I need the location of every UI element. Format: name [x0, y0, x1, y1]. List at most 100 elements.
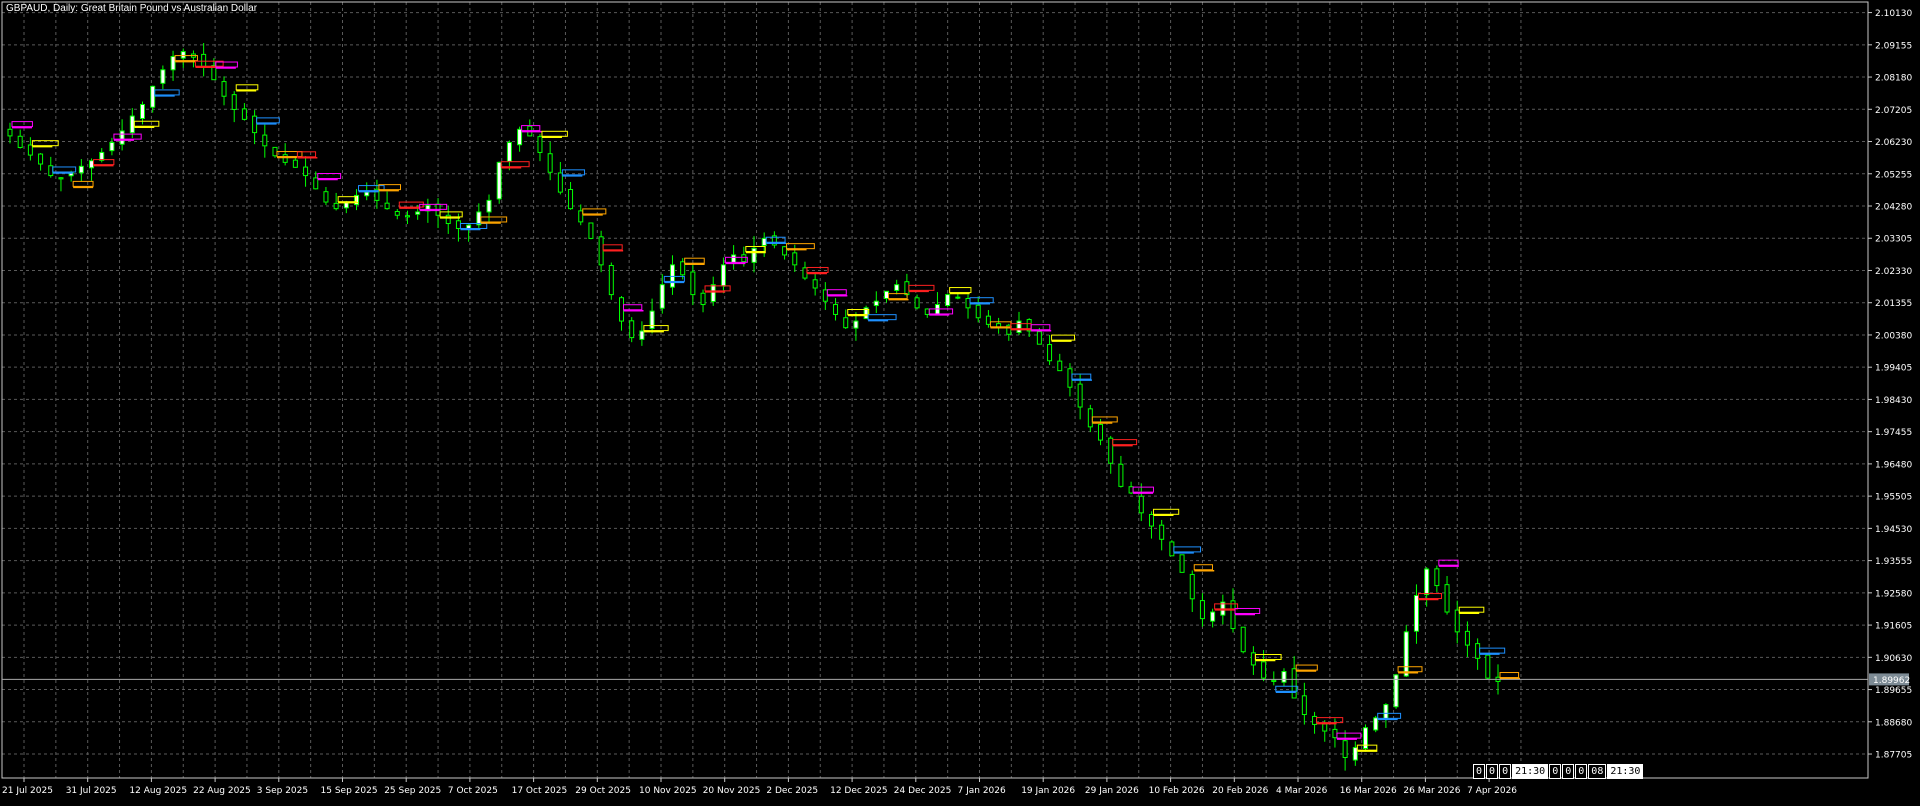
candle [1240, 626, 1246, 654]
candle-body [150, 85, 156, 108]
candle-body [1118, 463, 1124, 487]
candle-body [506, 142, 512, 162]
chart-area[interactable]: 2.10130 2.09155 2.08180 2.07205 2.06230 2.052… [0, 0, 1920, 802]
candle-body [180, 51, 186, 59]
candle-body [873, 300, 879, 307]
x-tick-label: 7 Apr 2026 [1467, 786, 1517, 796]
candle-body [965, 297, 971, 309]
y-tick-label: 1.87705 [1875, 751, 1912, 761]
candle-body [853, 320, 859, 329]
candle [588, 222, 594, 240]
y-tick-label: 2.02330 [1875, 267, 1912, 277]
candle-body [415, 211, 421, 215]
x-tick-label: 22 Aug 2025 [193, 786, 251, 796]
candle [496, 161, 502, 204]
candle-body [119, 130, 125, 145]
candle-body [1312, 715, 1318, 725]
candle-body [588, 222, 594, 239]
candle-body [17, 135, 23, 148]
candle-body [89, 160, 95, 169]
y-tick-label: 2.06230 [1875, 138, 1912, 148]
candle-body [1281, 671, 1287, 683]
x-tick-label: 19 Jan 2026 [1021, 786, 1075, 796]
candle-body [1342, 740, 1348, 759]
candle-body [486, 199, 492, 213]
candle-body [1240, 626, 1246, 653]
candle-body [720, 264, 726, 287]
y-tick-label: 1.96480 [1875, 460, 1912, 470]
status-box: 0 [1562, 764, 1575, 779]
candle-body [1016, 320, 1022, 333]
x-tick-label: 26 Mar 2026 [1403, 786, 1460, 796]
candle-body [924, 308, 930, 315]
candle-body [710, 284, 716, 302]
candle-body [568, 189, 574, 210]
candle-body [690, 271, 696, 296]
y-tick-label: 2.01355 [1875, 299, 1912, 309]
y-tick-label: 2.04280 [1875, 203, 1912, 213]
candle [1169, 540, 1175, 557]
candle-body [955, 296, 961, 299]
candle-body [1077, 383, 1083, 408]
status-box-row: 0 0 0 21:30 0 0 0 08 21:30 [1473, 764, 1644, 779]
y-tick-label: 2.10130 [1875, 9, 1912, 19]
candle-body [129, 115, 135, 134]
x-tick-label: 10 Feb 2026 [1149, 786, 1205, 796]
candle-body [364, 191, 370, 197]
candle-body [802, 267, 808, 279]
x-tick-label: 21 Jul 2025 [2, 786, 53, 796]
candle-body [496, 161, 502, 200]
candle-body [27, 144, 33, 156]
y-tick-label: 2.05255 [1875, 170, 1912, 180]
y-tick-label: 1.98430 [1875, 396, 1912, 406]
candle-body [221, 81, 227, 97]
candle-body [1475, 643, 1481, 659]
candle-body [578, 210, 584, 223]
candle-body [1403, 631, 1409, 677]
candle-body [241, 108, 247, 120]
candle-body [78, 165, 84, 174]
candle-body [1352, 747, 1358, 761]
candle-body [384, 202, 390, 210]
candle-body [629, 320, 635, 339]
candle-body [333, 202, 339, 210]
candle-body [1332, 728, 1338, 739]
candle-body [323, 191, 329, 203]
candle-body [843, 317, 849, 329]
candle-body [537, 136, 543, 153]
candle-body [1169, 541, 1175, 557]
candle-body [741, 254, 747, 263]
candle [272, 146, 278, 158]
x-tick-label: 2 Dec 2025 [766, 786, 818, 796]
x-tick-label: 10 Nov 2025 [639, 786, 697, 796]
candle-body [761, 237, 767, 247]
candle-body [1148, 513, 1154, 527]
y-tick-label: 2.03305 [1875, 235, 1912, 245]
y-tick-label: 1.93555 [1875, 557, 1912, 567]
y-tick-label: 2.08180 [1875, 74, 1912, 84]
candle [608, 262, 614, 300]
candle-body [1383, 704, 1389, 720]
x-tick-label: 24 Dec 2025 [894, 786, 952, 796]
x-tick-label: 16 Mar 2026 [1340, 786, 1397, 796]
x-tick-label: 29 Jan 2026 [1085, 786, 1139, 796]
x-tick-label: 7 Oct 2025 [448, 786, 498, 796]
candle-body [1047, 344, 1053, 362]
y-tick-label: 1.90630 [1875, 654, 1912, 664]
x-tick-label: 4 Mar 2026 [1276, 786, 1328, 796]
y-tick-label: 1.91605 [1875, 622, 1912, 632]
candle-body [139, 103, 145, 119]
y-tick-label: 1.94530 [1875, 525, 1912, 535]
candle-body [1057, 360, 1063, 372]
candlestick-chart[interactable]: 2.10130 2.09155 2.08180 2.07205 2.06230 2.052… [0, 0, 1920, 802]
candle-body [812, 279, 818, 289]
x-tick-label: 17 Oct 2025 [512, 786, 568, 796]
candle-body [1291, 668, 1297, 699]
x-tick-label: 3 Sep 2025 [257, 786, 308, 796]
x-tick-label: 20 Feb 2026 [1212, 786, 1268, 796]
candle-body [1250, 652, 1256, 666]
candle-body [731, 254, 737, 264]
candle-body [1098, 423, 1104, 441]
candle-body [201, 53, 207, 67]
candle-body [272, 146, 278, 157]
